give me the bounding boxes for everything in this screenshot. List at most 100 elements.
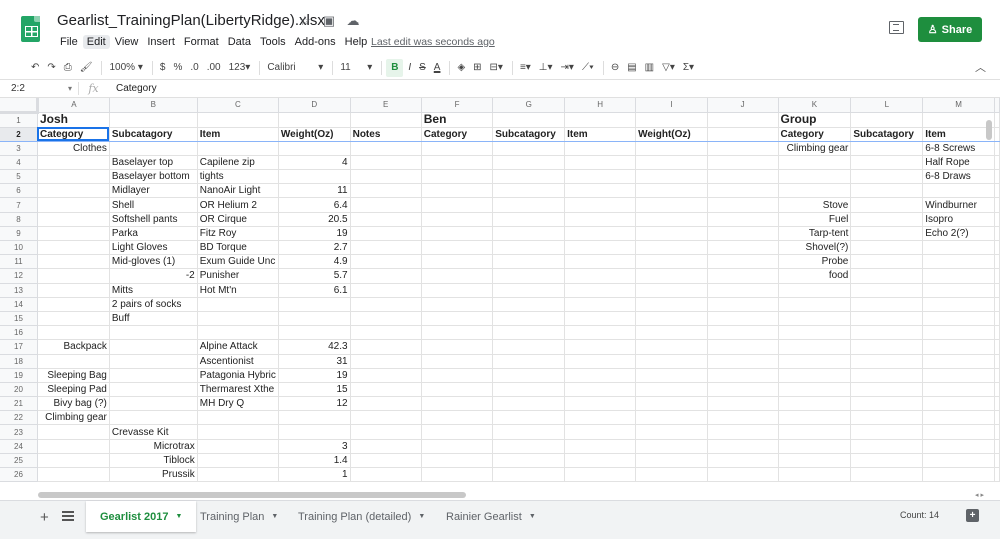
cell[interactable]: Item — [564, 126, 637, 142]
menu-data[interactable]: Data — [224, 35, 255, 49]
cell[interactable]: Fuel — [778, 212, 852, 227]
cell[interactable] — [109, 325, 198, 341]
cell[interactable]: OR Cirque — [197, 212, 279, 227]
cell[interactable] — [778, 311, 852, 327]
menu-tools[interactable]: Tools — [256, 35, 290, 49]
cell[interactable] — [278, 325, 351, 341]
cell[interactable]: Shell — [109, 197, 198, 213]
cell[interactable] — [492, 226, 566, 242]
cell[interactable]: Ascentionist — [197, 354, 279, 369]
cell[interactable]: Climbing gear — [778, 141, 852, 156]
formula-input[interactable]: Category — [108, 83, 157, 94]
cell[interactable]: 6.1 — [278, 283, 351, 298]
cell[interactable] — [922, 382, 995, 398]
cell[interactable] — [707, 410, 779, 426]
row-header[interactable]: 2 — [0, 126, 38, 142]
increase-decimal-button[interactable]: .00 — [204, 59, 224, 77]
cell[interactable] — [492, 410, 566, 426]
cell[interactable] — [492, 268, 566, 284]
cell[interactable] — [922, 325, 995, 341]
cell[interactable] — [350, 439, 422, 454]
cell[interactable] — [109, 354, 198, 369]
cell[interactable] — [350, 226, 422, 242]
cell[interactable]: Shovel(?) — [778, 240, 852, 256]
cell[interactable] — [707, 311, 779, 327]
cell[interactable] — [109, 141, 198, 156]
cell[interactable] — [707, 169, 779, 185]
cell[interactable] — [564, 453, 637, 469]
cell[interactable] — [707, 268, 779, 284]
cell[interactable] — [350, 283, 422, 298]
cell[interactable] — [850, 169, 924, 185]
cell[interactable] — [850, 283, 924, 298]
cell[interactable] — [492, 183, 566, 199]
cell[interactable] — [492, 453, 566, 469]
cell[interactable] — [197, 467, 279, 483]
cell[interactable]: Weight(Oz) — [278, 126, 351, 142]
cell[interactable] — [564, 339, 637, 355]
cell[interactable]: MH Dry Q — [197, 396, 279, 412]
cell[interactable] — [37, 453, 110, 469]
cell[interactable] — [850, 254, 924, 270]
functions-icon[interactable]: Σ▾ — [680, 59, 697, 77]
cell[interactable] — [707, 212, 779, 227]
cell[interactable] — [635, 169, 708, 185]
scroll-right-icon[interactable]: ▸ — [980, 491, 984, 499]
italic-button[interactable]: I — [405, 59, 414, 77]
cell[interactable] — [278, 297, 351, 312]
cell[interactable] — [350, 268, 422, 284]
collapse-toolbar-icon[interactable]: ︿ — [975, 59, 986, 75]
font-size-select[interactable]: 11 ▾ — [337, 59, 375, 77]
currency-button[interactable]: $ — [157, 59, 169, 77]
column-header-b[interactable]: B — [109, 98, 198, 113]
cell[interactable] — [421, 283, 494, 298]
cell[interactable]: Probe — [778, 254, 852, 270]
cell[interactable]: 42.3 — [278, 339, 351, 355]
cell[interactable] — [922, 297, 995, 312]
cell[interactable]: Tiblock — [109, 453, 198, 469]
cell[interactable]: Hot Mt'n — [197, 283, 279, 298]
cell[interactable]: Light Gloves — [109, 240, 198, 256]
cell[interactable]: 12 — [278, 396, 351, 412]
cell[interactable] — [850, 396, 924, 412]
cell[interactable] — [197, 297, 279, 312]
cell[interactable]: Group — [778, 112, 852, 128]
more-formats-select[interactable]: 123 ▾ — [226, 59, 254, 77]
cell[interactable] — [707, 155, 779, 171]
cell[interactable]: 19 — [278, 368, 351, 383]
cell[interactable] — [564, 325, 637, 341]
cell[interactable] — [421, 424, 494, 440]
cell[interactable] — [635, 240, 708, 256]
column-header-a[interactable]: A — [37, 98, 110, 113]
cell[interactable] — [564, 467, 637, 483]
cell[interactable] — [850, 155, 924, 171]
cell[interactable] — [850, 212, 924, 227]
cell[interactable] — [707, 297, 779, 312]
cell[interactable] — [564, 382, 637, 398]
cell[interactable] — [778, 467, 852, 483]
cell[interactable] — [350, 297, 422, 312]
cell[interactable] — [778, 453, 852, 469]
cell[interactable] — [37, 197, 110, 213]
cell[interactable] — [421, 382, 494, 398]
cell[interactable] — [635, 325, 708, 341]
cell[interactable] — [850, 354, 924, 369]
cell[interactable] — [350, 368, 422, 383]
cell[interactable] — [850, 424, 924, 440]
cell[interactable] — [37, 169, 110, 185]
cell[interactable] — [922, 424, 995, 440]
cell[interactable] — [635, 382, 708, 398]
row-header[interactable]: 13 — [0, 283, 38, 298]
cell[interactable] — [850, 112, 924, 128]
column-header-j[interactable]: J — [707, 98, 779, 113]
vertical-scrollbar[interactable] — [986, 120, 992, 140]
cell[interactable] — [635, 283, 708, 298]
cell[interactable] — [197, 424, 279, 440]
cell[interactable]: food — [778, 268, 852, 284]
cell[interactable]: Category — [421, 126, 494, 142]
cell[interactable] — [421, 254, 494, 270]
cell[interactable]: Bivy bag (?) — [37, 396, 110, 412]
cell[interactable] — [778, 396, 852, 412]
cell[interactable] — [37, 311, 110, 327]
cell[interactable] — [707, 226, 779, 242]
